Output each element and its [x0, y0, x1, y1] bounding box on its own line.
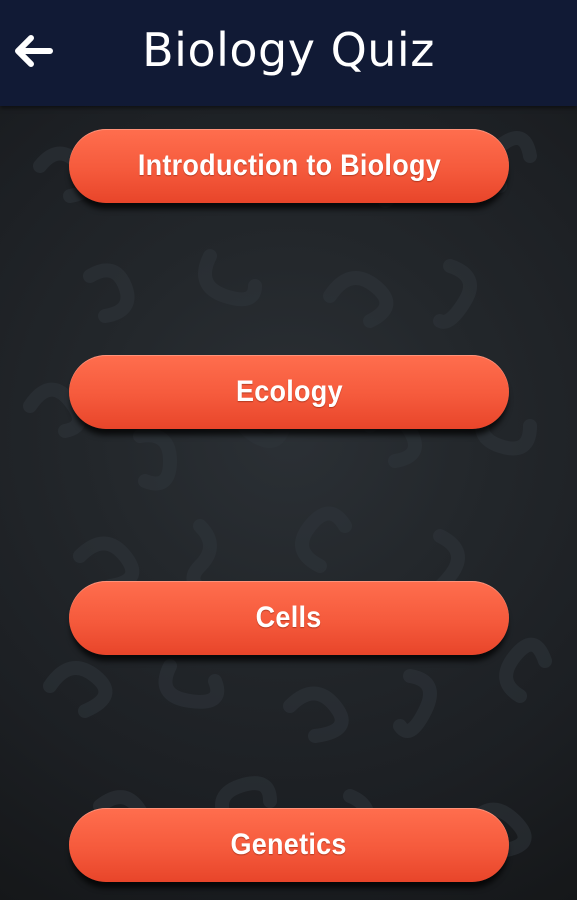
- background-pattern: [23, 129, 552, 859]
- topic-button-label: Ecology: [235, 375, 343, 408]
- topic-button-label: Introduction to Biology: [137, 149, 441, 182]
- topic-button-label: Genetics: [230, 828, 348, 861]
- topic-button-ecology[interactable]: Ecology: [69, 355, 509, 429]
- topic-button-cells[interactable]: Cells: [69, 581, 509, 655]
- topic-button-introduction-to-biology[interactable]: Introduction to Biology: [69, 129, 509, 203]
- page-title: Biology Quiz: [142, 23, 435, 77]
- app-header: Biology Quiz: [0, 0, 577, 106]
- app-screen: Biology Quiz Introduction to Biology Eco…: [0, 0, 577, 900]
- topic-button-genetics[interactable]: Genetics: [69, 808, 509, 882]
- topic-button-label: Cells: [256, 601, 322, 634]
